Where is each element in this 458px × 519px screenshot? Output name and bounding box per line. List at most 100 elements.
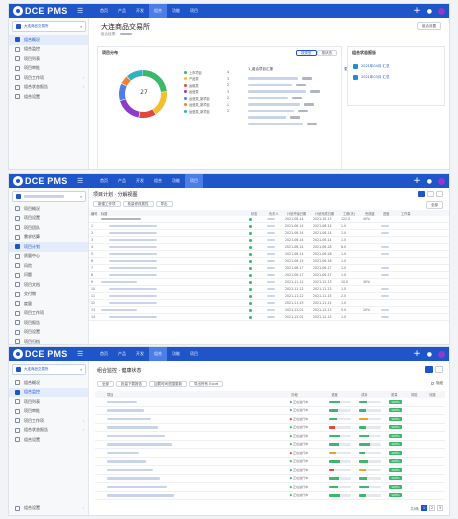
row-title[interactable]	[99, 245, 249, 249]
sidebar-item[interactable]: 问题	[9, 271, 88, 281]
sidebar-item[interactable]: 项目工作项	[9, 309, 88, 319]
sidebar-item[interactable]: 项目概况	[9, 204, 88, 214]
list-view-icon[interactable]	[425, 366, 433, 373]
row-title[interactable]	[99, 266, 249, 270]
project-name[interactable]	[95, 468, 289, 472]
table-row[interactable]: ◆ 正在进行中 100%	[95, 466, 445, 475]
row-title[interactable]	[99, 259, 249, 263]
page-button[interactable]: 2	[429, 505, 435, 511]
bell-icon[interactable]: ●	[427, 8, 432, 15]
row-title[interactable]	[99, 287, 249, 291]
sidebar-item[interactable]: 需求估算	[9, 233, 88, 243]
sidebar-item[interactable]: 组合监控	[9, 387, 88, 397]
project-name[interactable]	[95, 417, 289, 421]
nav-item[interactable]: 产品	[113, 4, 131, 18]
logo[interactable]: DCE PMS	[13, 6, 67, 16]
column-header[interactable]: 状态	[249, 211, 267, 216]
table-row[interactable]: ◆ 正在进行中 100%	[95, 492, 445, 500]
board-view-icon[interactable]	[436, 191, 443, 197]
row-title[interactable]	[99, 217, 249, 221]
table-row[interactable]: ◆ 正在进行中 100%	[95, 407, 445, 415]
table-row[interactable]: ◆ 正在进行中 100%	[95, 424, 445, 432]
export-button[interactable]: 导出	[155, 201, 173, 207]
column-header[interactable]: 工作量	[399, 211, 421, 216]
table-row[interactable]: 3 2021-06-14 2021-06-14 1.0	[89, 237, 449, 244]
nav-item[interactable]: 开发	[131, 174, 149, 188]
sidebar-item[interactable]: 项目归档	[9, 337, 88, 344]
table-row[interactable]: 4 2021-06-14 2021-06-28 8.0	[89, 244, 449, 251]
table-row[interactable]: 5 2021-06-14 2021-06-28 1.0	[89, 251, 449, 258]
sidebar-item[interactable]: 项目列表	[9, 397, 88, 407]
page-button[interactable]: 1	[421, 505, 427, 511]
column-header[interactable]: 工期(天)	[341, 211, 363, 216]
column-header[interactable]: 进度	[381, 211, 399, 216]
nav-item-active[interactable]: 组合	[149, 4, 167, 18]
column-header[interactable]: 计划完成日期	[313, 211, 341, 216]
project-name[interactable]	[95, 408, 289, 412]
sidebar-bottom-settings[interactable]: 组合设置 ›	[9, 504, 88, 514]
view-filter[interactable]: 全部	[426, 201, 443, 209]
sidebar-item[interactable]: 项目设置	[9, 214, 88, 224]
sidebar-item[interactable]: 项目工作项 ›	[9, 416, 88, 426]
table-row[interactable]: 2021-06-14 2021-10-13 122.0 40%	[89, 216, 449, 223]
project-selector[interactable]: 大连商品交易所 ▾	[12, 21, 86, 32]
project-name[interactable]	[95, 476, 289, 480]
sidebar-item[interactable]: 项目团队	[9, 223, 88, 233]
tab-by-type[interactable]: 按类型	[296, 50, 317, 56]
column-header[interactable]: 风险	[409, 392, 427, 397]
portfolio-settings-button[interactable]: 组合设置	[417, 22, 441, 30]
column-header[interactable]: 标题	[99, 211, 249, 216]
avatar[interactable]	[438, 350, 445, 358]
row-title[interactable]	[99, 252, 249, 256]
column-header[interactable]: 计划开始日期	[285, 211, 313, 216]
menu-icon[interactable]: ☰	[77, 7, 83, 15]
time-range-button[interactable]: 加载时间范围更新	[149, 381, 187, 387]
new-item-button[interactable]: 新建工作项	[93, 201, 121, 207]
nav-item[interactable]: 功能	[167, 347, 185, 361]
sidebar-item[interactable]: 项目工作项 ›	[9, 73, 88, 83]
checkbox[interactable]	[431, 382, 434, 385]
list-view-icon[interactable]	[418, 191, 425, 197]
column-header[interactable]: 项目	[95, 392, 289, 397]
sidebar-item[interactable]: 组合概况	[9, 35, 88, 45]
table-row[interactable]: 2 2021-06-14 2021-06-14 1.0	[89, 230, 449, 237]
sidebar-item[interactable]: 项目报告	[9, 318, 88, 328]
sidebar-item[interactable]: 度量	[9, 299, 88, 309]
table-row[interactable]: ◆ 正在进行中 100%	[95, 449, 445, 458]
card-view-icon[interactable]	[435, 366, 443, 373]
column-header[interactable]: 进度	[329, 392, 359, 397]
table-row[interactable]: ◆ 正在进行中 100%	[95, 398, 445, 407]
nav-item[interactable]: 首页	[95, 347, 113, 361]
bell-icon[interactable]: ●	[427, 351, 432, 358]
nav-item[interactable]: 首页	[95, 174, 113, 188]
filter-all-button[interactable]: 全部	[97, 381, 114, 387]
avatar[interactable]	[438, 7, 445, 15]
column-header[interactable]: 阶段	[289, 392, 329, 397]
nav-item[interactable]: 项目	[185, 4, 203, 18]
row-title[interactable]	[99, 273, 249, 277]
project-name[interactable]	[95, 400, 289, 404]
project-name[interactable]	[95, 425, 289, 429]
nav-item[interactable]: 功能	[167, 4, 185, 18]
row-title[interactable]	[99, 224, 249, 228]
sidebar-item[interactable]: 项目文档	[9, 280, 88, 290]
sidebar-item[interactable]: 组合设置	[9, 435, 88, 445]
row-title[interactable]	[99, 308, 249, 312]
sidebar-item[interactable]: 项目设置	[9, 328, 88, 338]
sidebar-item[interactable]: 质量中心	[9, 252, 88, 262]
sidebar-item[interactable]: 组合设置	[9, 92, 88, 102]
table-row[interactable]: 12 2021-11-15 2021-11-15 1.0	[89, 300, 449, 307]
table-row[interactable]: ◆ 正在进行中 100%	[95, 415, 445, 424]
row-title[interactable]	[99, 294, 249, 298]
avatar[interactable]	[438, 177, 445, 185]
project-selector[interactable]: 大连商品交易所 ▾	[12, 364, 86, 375]
report-item[interactable]: 2021年03月 汇总	[353, 75, 389, 80]
nav-item[interactable]: 首页	[95, 4, 113, 18]
nav-item-active[interactable]: 组合	[149, 347, 167, 361]
column-header[interactable]: 编号	[89, 211, 99, 216]
row-title[interactable]	[99, 231, 249, 235]
tab-by-status[interactable]: 按状态	[316, 50, 337, 56]
project-name[interactable]	[95, 485, 289, 489]
column-header[interactable]: 成本	[359, 392, 389, 397]
list-item[interactable]	[248, 121, 320, 128]
